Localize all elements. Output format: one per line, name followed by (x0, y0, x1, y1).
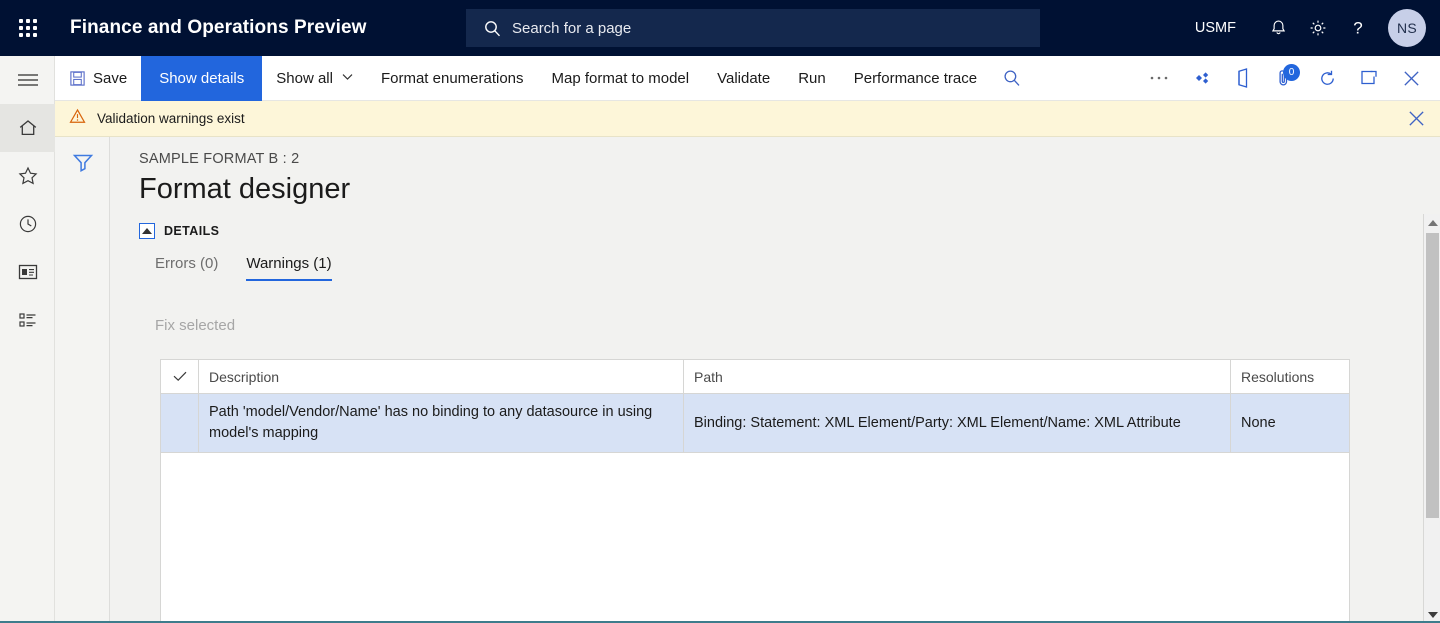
app-title: Finance and Operations Preview (70, 17, 367, 38)
main-content: SAMPLE FORMAT B : 2 Format designer DETA… (110, 137, 1440, 623)
sidebar-item-workspaces[interactable] (0, 248, 55, 296)
format-enumerations-button[interactable]: Format enumerations (367, 56, 538, 101)
vertical-scrollbar[interactable] (1423, 214, 1440, 623)
warning-triangle-icon (69, 108, 86, 129)
sidebar-item-home[interactable] (0, 104, 55, 152)
page-title: Format designer (139, 173, 351, 205)
toolbar-right-actions: 0 (1138, 56, 1440, 101)
share-diamond-icon[interactable] (1180, 56, 1222, 101)
sidebar-item-favorites[interactable] (0, 152, 55, 200)
fix-selected-button[interactable]: Fix selected (155, 317, 235, 334)
table-row[interactable]: Path 'model/Vendor/Name' has no binding … (161, 394, 1349, 452)
show-all-dropdown[interactable]: Show all (262, 56, 367, 101)
star-icon (18, 166, 37, 185)
save-button[interactable]: Save (55, 56, 141, 101)
search-icon (484, 20, 501, 37)
scrollbar-thumb[interactable] (1426, 233, 1439, 518)
show-details-button-label: Show details (159, 69, 245, 87)
cell-path: Binding: Statement: XML Element/Party: X… (684, 394, 1231, 452)
save-button-label: Save (93, 69, 128, 87)
chevron-down-icon (342, 73, 353, 84)
run-label: Run (798, 69, 826, 87)
details-section-label: DETAILS (164, 224, 220, 238)
home-icon (19, 120, 36, 136)
breadcrumb: SAMPLE FORMAT B : 2 (139, 151, 300, 167)
filter-pane (55, 137, 110, 623)
search-input-placeholder: Search for a page (512, 19, 632, 37)
performance-trace-button[interactable]: Performance trace (840, 56, 991, 101)
open-in-new-window-icon[interactable] (1348, 56, 1390, 101)
show-all-label: Show all (276, 69, 333, 87)
refresh-icon[interactable] (1306, 56, 1348, 101)
left-navigation-rail (0, 56, 55, 623)
save-disk-icon (70, 70, 85, 86)
map-format-to-model-label: Map format to model (551, 69, 690, 87)
more-options-ellipsis-icon[interactable] (1138, 56, 1180, 101)
message-bar-close-icon[interactable] (1407, 109, 1426, 128)
close-icon[interactable] (1390, 56, 1432, 101)
format-enumerations-label: Format enumerations (380, 69, 524, 87)
select-all-checkmark-icon[interactable] (161, 360, 199, 393)
waffle-grid (19, 19, 37, 37)
filter-funnel-icon[interactable] (55, 137, 110, 187)
clock-icon (19, 215, 36, 233)
details-section-header[interactable]: DETAILS (139, 223, 219, 239)
map-format-to-model-button[interactable]: Map format to model (538, 56, 704, 101)
column-header-path[interactable]: Path (684, 360, 1231, 393)
app-launcher-icon[interactable] (0, 0, 56, 56)
attachments-count-badge: 0 (1283, 63, 1300, 81)
notifications-icon[interactable] (1258, 0, 1298, 56)
validation-message-bar: Validation warnings exist (55, 101, 1440, 137)
collapse-expander-icon[interactable] (139, 223, 155, 239)
validation-message-text: Validation warnings exist (97, 111, 245, 126)
sidebar-item-modules[interactable] (0, 296, 55, 344)
grid-header-row: Description Path Resolutions (161, 360, 1349, 394)
hamburger-menu-icon (17, 74, 38, 86)
top-bar-actions: USMF ? NS (1195, 0, 1440, 56)
tab-warnings[interactable]: Warnings (1) (246, 255, 332, 281)
cell-description: Path 'model/Vendor/Name' has no binding … (199, 394, 684, 452)
user-avatar[interactable]: NS (1388, 9, 1426, 47)
svg-text:?: ? (1353, 19, 1362, 38)
sidebar-item-hamburger-menu[interactable] (0, 56, 55, 104)
scroll-up-arrow-icon[interactable] (1424, 214, 1440, 231)
global-search-box[interactable]: Search for a page (466, 9, 1040, 47)
toolbar-search-icon[interactable] (991, 56, 1033, 101)
run-button[interactable]: Run (784, 56, 840, 101)
validate-button[interactable]: Validate (703, 56, 784, 101)
sidebar-item-recent[interactable] (0, 200, 55, 248)
grid-empty-area (161, 452, 1349, 623)
action-toolbar: Save Show details Show all Format enumer… (55, 55, 1440, 101)
attachments-icon[interactable]: 0 (1264, 56, 1306, 101)
company-selector[interactable]: USMF (1195, 20, 1236, 36)
tab-errors[interactable]: Errors (0) (155, 255, 218, 281)
warnings-grid: Description Path Resolutions Path 'model… (160, 359, 1350, 623)
top-navigation-bar: Finance and Operations Preview Search fo… (0, 0, 1440, 56)
validation-tabs: Errors (0) Warnings (1) (155, 255, 332, 281)
row-checkbox[interactable] (161, 394, 199, 452)
workspaces-icon (18, 264, 37, 280)
settings-gear-icon[interactable] (1298, 0, 1338, 56)
help-question-icon[interactable]: ? (1338, 0, 1378, 56)
performance-trace-label: Performance trace (853, 69, 978, 87)
column-header-resolutions[interactable]: Resolutions (1231, 360, 1349, 393)
column-header-description[interactable]: Description (199, 360, 684, 393)
modules-list-icon (18, 313, 35, 327)
validate-label: Validate (717, 69, 771, 87)
show-details-button[interactable]: Show details (141, 55, 263, 101)
cell-resolutions: None (1241, 414, 1276, 431)
office-app-icon[interactable] (1222, 56, 1264, 101)
